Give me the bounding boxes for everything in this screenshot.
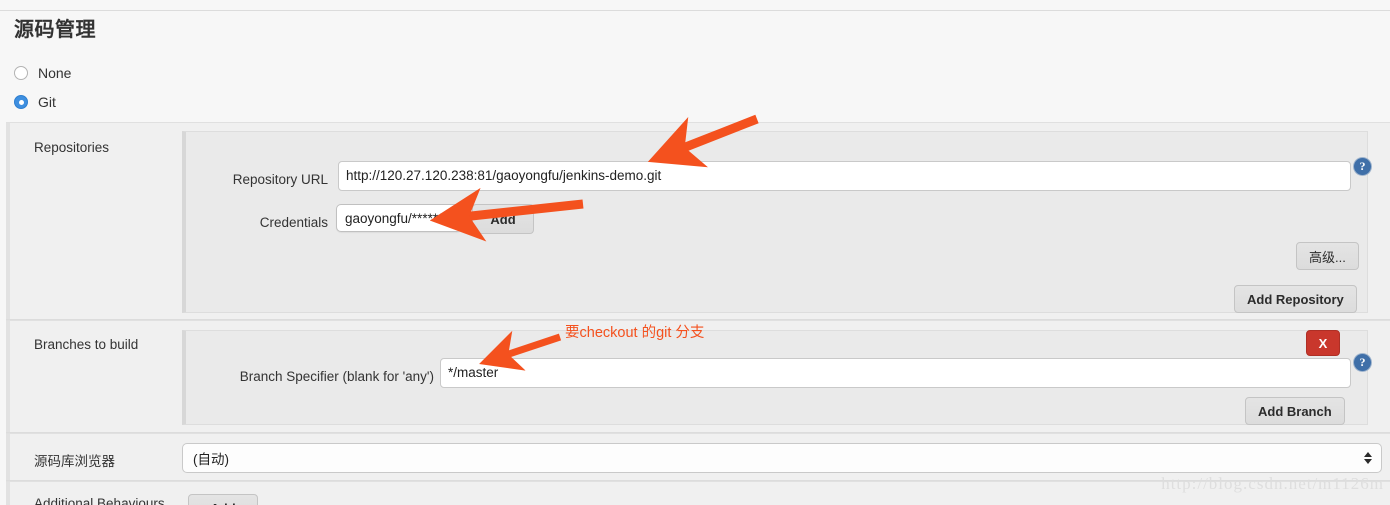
watermark: http://blog.csdn.net/m1126m [1161,474,1384,493]
repository-url-input[interactable] [338,161,1351,191]
branch-specifier-help-icon[interactable]: ? [1354,354,1371,371]
select-stepper-icon[interactable] [1364,452,1372,464]
branches-section-label: Branches to build [34,337,139,352]
repositories-panel: Repository URL Credentials gaoyongfu/***… [182,131,1368,313]
repository-browser-value: (自动) [193,452,229,467]
additional-behaviours-add-button[interactable]: Add [188,494,258,505]
scm-option-none[interactable]: None [14,63,71,83]
advanced-button[interactable]: 高级... [1296,242,1359,270]
credentials-add-button[interactable]: Add [472,204,534,234]
radio-git-icon[interactable] [14,95,28,109]
section-rail [6,482,10,505]
scm-option-none-label: None [38,65,72,81]
top-divider [0,10,1390,11]
select-stepper-icon[interactable] [447,212,455,224]
delete-branch-button[interactable]: X [1306,330,1340,356]
credentials-select[interactable]: gaoyongfu/****** [336,204,462,232]
radio-none-icon[interactable] [14,66,28,80]
branch-specifier-label: Branch Specifier (blank for 'any') [239,369,434,384]
page-title: 源码管理 [14,19,96,41]
scm-option-git[interactable]: Git [14,92,56,112]
repository-url-help-icon[interactable]: ? [1354,158,1371,175]
credentials-label: Credentials [259,215,328,230]
repository-browser-label: 源码库浏览器 [34,454,115,469]
section-rail [6,123,10,319]
repository-browser-select[interactable]: (自动) [182,443,1382,473]
scm-config-page: 源码管理 None Git Repositories Repository UR… [0,0,1390,505]
add-branch-button[interactable]: Add Branch [1245,397,1345,425]
scm-option-git-label: Git [38,94,56,110]
additional-behaviours-label: Additional Behaviours [34,496,165,505]
branch-specifier-input[interactable] [440,358,1351,388]
section-rail [6,321,10,432]
section-rail [6,434,10,480]
repositories-section: Repositories Repository URL Credentials … [6,122,1390,320]
credentials-select-value: gaoyongfu/****** [345,210,444,226]
branch-annotation-text: 要checkout 的git 分支 [565,325,705,341]
branches-panel: Branch Specifier (blank for 'any') Add B… [182,330,1368,425]
repository-url-label: Repository URL [232,172,328,187]
repositories-section-label: Repositories [34,140,110,155]
add-repository-button[interactable]: Add Repository [1234,285,1357,313]
